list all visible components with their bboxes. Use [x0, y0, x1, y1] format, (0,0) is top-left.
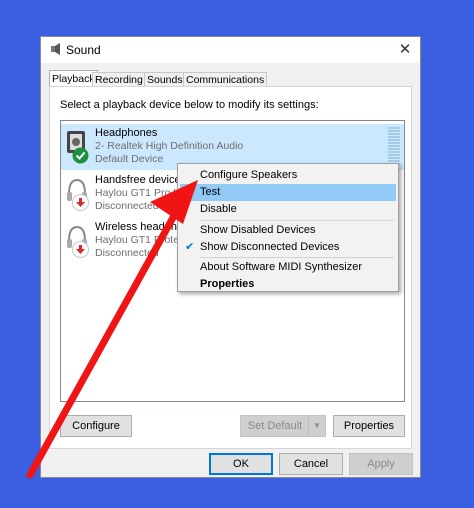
- device-detail: Haylou GT1 Pro Ha: [95, 187, 187, 199]
- ok-button[interactable]: OK: [209, 453, 273, 475]
- cancel-button[interactable]: Cancel: [279, 453, 343, 475]
- tab-recording[interactable]: Recording: [92, 72, 146, 87]
- green-check-icon: [72, 147, 89, 164]
- tab-communications[interactable]: Communications: [183, 72, 268, 87]
- context-menu: Configure Speakers Test Disable Show Dis…: [177, 163, 399, 292]
- set-default-button[interactable]: Set Default ▼: [240, 415, 326, 437]
- menu-item-show-disabled[interactable]: Show Disabled Devices: [180, 222, 396, 239]
- device-name: Headphones: [95, 127, 158, 139]
- properties-button[interactable]: Properties: [333, 415, 405, 437]
- red-down-arrow-icon: [72, 194, 89, 211]
- speaker-icon: [51, 43, 60, 55]
- checkmark-icon: ✔: [185, 241, 195, 253]
- tab-playback[interactable]: Playback: [49, 70, 98, 87]
- device-name: Handsfree device: [95, 174, 181, 186]
- set-default-label: Set Default: [247, 420, 303, 432]
- menu-item-configure-speakers[interactable]: Configure Speakers: [180, 167, 396, 184]
- red-down-arrow-icon: [72, 241, 89, 258]
- title-bar[interactable]: Sound ✕: [41, 37, 420, 63]
- device-status: Disconnected: [95, 200, 159, 212]
- menu-item-label: Show Disconnected Devices: [200, 241, 340, 253]
- menu-separator: [200, 257, 394, 258]
- menu-item-show-disconnected[interactable]: ✔ Show Disconnected Devices: [180, 239, 396, 256]
- menu-item-properties[interactable]: Properties: [180, 276, 396, 293]
- tab-sounds[interactable]: Sounds: [144, 72, 186, 87]
- apply-button[interactable]: Apply: [349, 453, 413, 475]
- window-title: Sound: [66, 43, 101, 57]
- instructions-text: Select a playback device below to modify…: [60, 99, 319, 111]
- device-name: Wireless headph: [95, 221, 177, 233]
- device-detail: Haylou GT1 Prote: [95, 234, 180, 246]
- device-status: Disconnected: [95, 247, 159, 259]
- close-icon[interactable]: ✕: [390, 37, 420, 63]
- volume-level-meter: [388, 127, 400, 167]
- chevron-down-icon[interactable]: ▼: [308, 416, 325, 436]
- device-detail: 2- Realtek High Definition Audio: [95, 140, 244, 152]
- menu-separator: [200, 220, 394, 221]
- menu-item-test[interactable]: Test: [180, 184, 396, 201]
- menu-item-disable[interactable]: Disable: [180, 201, 396, 218]
- configure-button[interactable]: Configure: [60, 415, 132, 437]
- menu-item-about-midi[interactable]: About Software MIDI Synthesizer: [180, 259, 396, 276]
